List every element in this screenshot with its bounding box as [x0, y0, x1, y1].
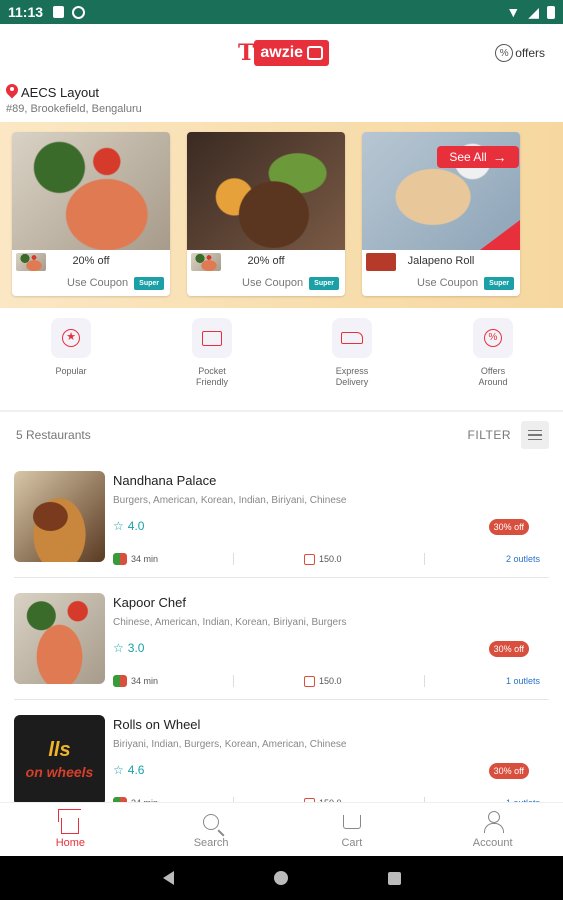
meta-separator [233, 553, 234, 565]
meta-separator [233, 675, 234, 687]
restaurant-thumb [16, 253, 46, 271]
cost-for-two: 150.0 [319, 676, 342, 686]
discount-badge: 30% off [488, 519, 529, 535]
offer-card[interactable]: 20% off Use Coupon Super [12, 132, 170, 296]
battery-icon [547, 5, 555, 19]
restaurant-cuisines: Burgers, American, Korean, Indian, Biriy… [113, 495, 347, 506]
star-outline-icon: ☆ [113, 519, 124, 533]
percent-icon: % [495, 44, 514, 62]
restaurant-cuisines: Biriyani, Indian, Burgers, Korean, Ameri… [113, 739, 347, 750]
nav-account[interactable]: Account [422, 803, 563, 856]
sync-icon [72, 5, 86, 19]
notification-icon [53, 6, 65, 18]
restaurant-count: 5 Restaurants [16, 428, 91, 442]
star-outline-icon: ☆ [113, 763, 124, 777]
coupon-code-badge: Super [484, 276, 514, 290]
offer-image [187, 132, 345, 250]
category-pocket-friendly[interactable]: Pocket Friendly [172, 318, 252, 388]
tawzie-logo: T awzie [238, 40, 330, 66]
star-outline-icon: ☆ [113, 641, 124, 655]
row-divider [14, 699, 549, 700]
restaurant-name: Nandhana Palace [113, 473, 217, 488]
location-pin-icon [6, 84, 18, 100]
location-selector[interactable]: AECS Layout #89, Brookefield, Bengaluru [6, 84, 142, 116]
restaurant-name: Rolls on Wheel [113, 717, 201, 732]
star-icon: ★ [62, 329, 80, 347]
wifi-icon: ▼ [506, 4, 521, 20]
coupon-code-badge: Super [309, 276, 339, 290]
arrow-right-icon: → [492, 149, 507, 165]
discount-badge: 30% off [488, 763, 529, 779]
category-row: ★ Popular Pocket Friendly Express Delive… [0, 318, 563, 396]
list-header: 5 Restaurants FILTER [0, 420, 563, 450]
cart-icon [342, 815, 361, 829]
wallet-icon [202, 330, 222, 346]
home-icon [61, 818, 80, 834]
meta-separator [424, 553, 425, 565]
outlets-link[interactable]: 2 outlets [506, 554, 540, 564]
filter-label[interactable]: FILTER [468, 428, 511, 442]
delivery-time: 34 min [131, 554, 159, 564]
bike-icon [307, 46, 324, 60]
restaurant-image: lls on wheels [14, 715, 105, 806]
restaurant-image [14, 593, 105, 684]
search-icon [203, 814, 220, 830]
offer-card[interactable]: 20% off Use Coupon Super [187, 132, 345, 296]
signal-icon: ◢ [528, 3, 539, 20]
location-name: AECS Layout [21, 84, 100, 100]
offer-image [12, 132, 170, 250]
nav-cart[interactable]: Cart [282, 803, 423, 856]
back-icon[interactable] [162, 871, 174, 885]
delivery-time: 34 min [131, 676, 159, 686]
cost-icon [304, 675, 315, 687]
status-time: 11:13 [8, 4, 44, 20]
category-popular[interactable]: ★ Popular [31, 318, 111, 377]
see-all-button[interactable]: See All → [437, 146, 519, 168]
restaurant-thumb [366, 253, 396, 271]
coupon-code-badge: Super [134, 276, 164, 290]
nav-search[interactable]: Search [141, 803, 282, 856]
cost-icon [304, 553, 315, 565]
nav-home[interactable]: Home [0, 803, 141, 856]
recents-icon[interactable] [387, 871, 401, 885]
restaurant-image [14, 471, 105, 562]
restaurant-rating: ☆ 4.0 [113, 519, 145, 533]
restaurant-card[interactable]: Kapoor Chef Chinese, American, Indian, K… [14, 593, 549, 715]
section-divider [0, 410, 563, 412]
restaurant-cuisines: Chinese, American, Indian, Korean, Biriy… [113, 617, 347, 628]
category-express-delivery[interactable]: Express Delivery [312, 318, 392, 388]
bottom-navigation: Home Search Cart Account [0, 802, 563, 856]
restaurant-thumb [191, 253, 221, 271]
home-circle-icon[interactable] [273, 871, 288, 885]
outlets-link[interactable]: 1 outlets [506, 676, 540, 686]
account-icon [483, 811, 504, 833]
system-nav-bar [0, 856, 563, 900]
cost-for-two: 150.0 [319, 554, 342, 564]
discount-tag-icon: % [484, 329, 502, 347]
delivery-scooter-icon [113, 553, 127, 565]
status-bar: 11:13 ▼ ◢ [0, 0, 563, 24]
offers-button[interactable]: % offers [495, 44, 545, 62]
location-address: #89, Brookefield, Bengaluru [6, 103, 142, 115]
meta-separator [424, 675, 425, 687]
delivery-scooter-icon [113, 675, 127, 687]
discount-badge: 30% off [488, 641, 529, 657]
restaurant-card[interactable]: Nandhana Palace Burgers, American, Korea… [14, 471, 549, 593]
restaurant-rating: ☆ 3.0 [113, 641, 145, 655]
filter-sliders-icon[interactable] [521, 421, 549, 449]
app-header: T awzie % offers [0, 24, 563, 82]
restaurant-name: Kapoor Chef [113, 595, 186, 610]
category-offers-around[interactable]: % Offers Around [453, 318, 533, 388]
row-divider [14, 577, 549, 578]
delivery-truck-icon [341, 332, 363, 344]
restaurant-rating: ☆ 4.6 [113, 763, 145, 777]
